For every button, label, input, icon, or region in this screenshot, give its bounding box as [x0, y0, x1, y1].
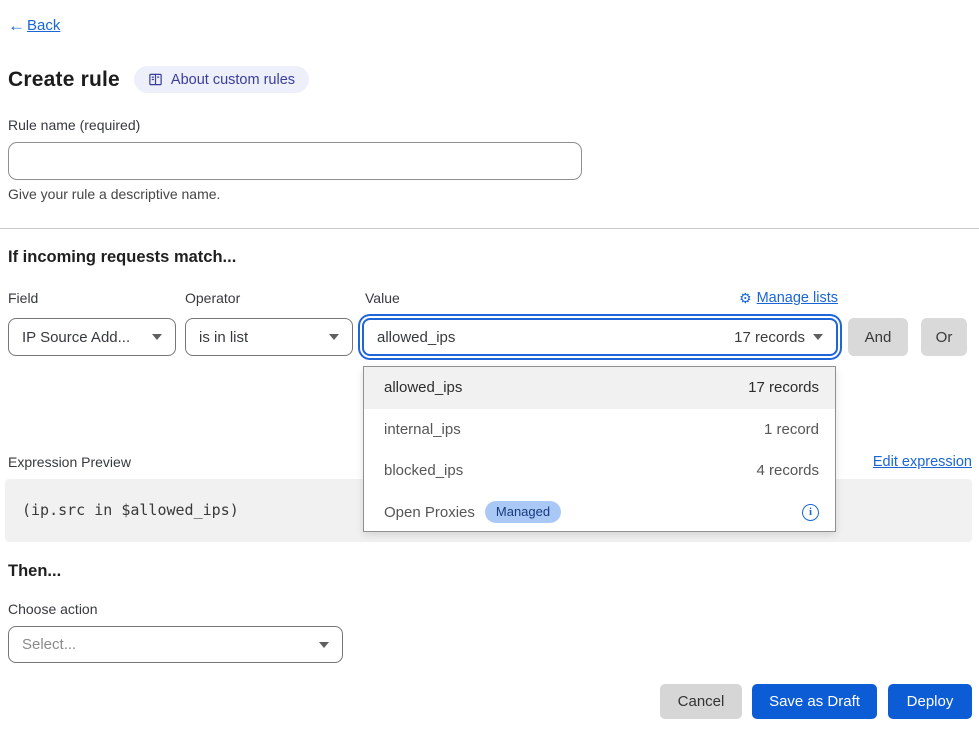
back-arrow-icon: ←: [8, 17, 25, 34]
list-item-name: allowed_ips: [384, 379, 462, 396]
manage-lists-link[interactable]: ⚙ Manage lists: [739, 290, 838, 306]
info-icon[interactable]: i: [802, 504, 819, 521]
title-row: Create rule About custom rules: [8, 66, 309, 93]
about-custom-rules-label: About custom rules: [171, 72, 295, 88]
value-select-record-count: 17 records: [734, 329, 805, 346]
expression-code: (ip.src in $allowed_ips): [22, 501, 239, 519]
list-item-name: blocked_ips: [384, 462, 463, 479]
chevron-down-icon: [152, 334, 162, 340]
chevron-down-icon: [319, 642, 329, 648]
chevron-down-icon: [329, 334, 339, 340]
field-select-value: IP Source Add...: [22, 329, 130, 346]
managed-badge: Managed: [485, 501, 561, 523]
value-select-name: allowed_ips: [377, 329, 455, 346]
book-icon: [148, 72, 163, 87]
value-select[interactable]: allowed_ips 17 records: [362, 318, 838, 356]
and-button[interactable]: And: [848, 318, 908, 356]
field-select[interactable]: IP Source Add...: [8, 318, 176, 356]
save-as-draft-button[interactable]: Save as Draft: [752, 684, 877, 719]
gear-icon: ⚙: [739, 291, 752, 305]
list-item-count: 17 records: [748, 379, 819, 396]
rule-name-input[interactable]: [8, 142, 582, 180]
choose-action-label: Choose action: [8, 601, 98, 617]
operator-column-label: Operator: [185, 290, 240, 306]
manage-lists-label: Manage lists: [757, 290, 838, 306]
page-title: Create rule: [8, 68, 120, 92]
expression-preview-label: Expression Preview: [8, 454, 131, 470]
action-select-placeholder: Select...: [22, 636, 76, 653]
list-item-name: Open Proxies: [384, 504, 475, 521]
back-link-label: Back: [27, 17, 60, 34]
rule-name-label: Rule name (required): [8, 117, 140, 133]
field-column-label: Field: [8, 290, 38, 306]
list-item-blocked-ips[interactable]: blocked_ips 4 records: [364, 450, 835, 492]
operator-select[interactable]: is in list: [185, 318, 353, 356]
match-section-heading: If incoming requests match...: [8, 248, 236, 267]
about-custom-rules-link[interactable]: About custom rules: [134, 66, 309, 93]
deploy-button[interactable]: Deploy: [888, 684, 972, 719]
create-rule-page: ← Back Create rule About custom rules Ru…: [0, 0, 979, 739]
operator-select-value: is in list: [199, 329, 248, 346]
or-button[interactable]: Or: [921, 318, 967, 356]
list-item-count: 4 records: [756, 462, 819, 479]
edit-expression-link[interactable]: Edit expression: [873, 454, 972, 470]
list-item-internal-ips[interactable]: internal_ips 1 record: [364, 409, 835, 451]
chevron-down-icon: [813, 334, 823, 340]
action-select[interactable]: Select...: [8, 626, 343, 663]
section-divider: [0, 228, 979, 229]
list-item-name: internal_ips: [384, 421, 461, 438]
cancel-button[interactable]: Cancel: [660, 684, 742, 719]
rule-name-helper: Give your rule a descriptive name.: [8, 186, 220, 202]
then-section-heading: Then...: [8, 562, 61, 581]
list-item-count: 1 record: [764, 421, 819, 438]
value-dropdown-panel: allowed_ips 17 records internal_ips 1 re…: [363, 366, 836, 532]
edit-expression-label: Edit expression: [873, 454, 972, 470]
value-column-label: Value: [365, 290, 400, 306]
back-link[interactable]: ← Back: [8, 17, 60, 34]
list-item-allowed-ips[interactable]: allowed_ips 17 records: [364, 367, 835, 409]
list-item-open-proxies[interactable]: Open Proxies Managed i: [364, 492, 835, 534]
